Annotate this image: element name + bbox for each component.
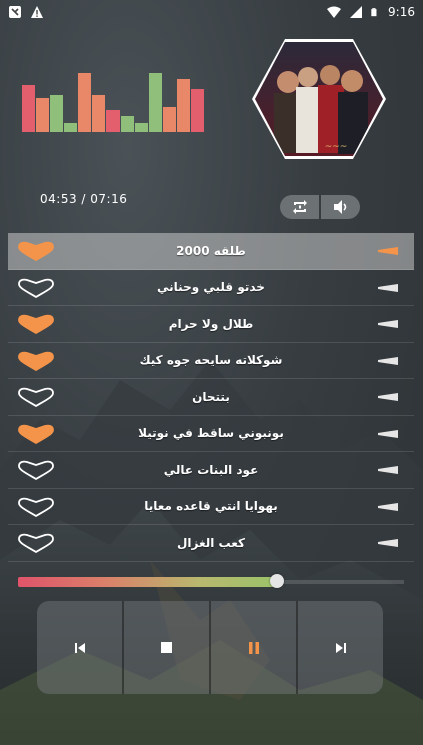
favorite-heart-icon[interactable]	[18, 351, 54, 371]
equalizer-bar	[36, 98, 50, 132]
equalizer-bar	[176, 79, 190, 132]
progress-bar[interactable]	[18, 577, 277, 587]
progress-thumb[interactable]	[270, 574, 284, 588]
wifi-icon	[327, 6, 342, 18]
track-title: بونبوني ساقط في نوتيلا	[138, 426, 284, 441]
track-row[interactable]: طلال ولا حرام	[8, 306, 414, 343]
track-list: 2000 طلقه خدتو قلبي وحناني طلال ولا حرام شو…	[8, 233, 414, 562]
repeat-icon	[292, 200, 307, 214]
stop-button[interactable]	[124, 601, 211, 694]
status-time: 9:16	[388, 5, 415, 19]
favorite-heart-icon[interactable]	[18, 278, 54, 298]
equalizer-visualizer	[22, 70, 205, 132]
play-arrow-icon[interactable]	[378, 392, 398, 402]
play-arrow-icon[interactable]	[378, 319, 398, 329]
signal-icon	[350, 6, 363, 18]
track-row[interactable]: 2000 طلقه	[8, 233, 414, 270]
status-bar: 9:16	[0, 0, 423, 24]
volume-icon	[333, 200, 346, 214]
next-icon	[335, 642, 346, 653]
favorite-heart-icon[interactable]	[18, 424, 54, 444]
equalizer-bar	[22, 85, 36, 132]
track-title: بتتحان	[192, 389, 230, 404]
svg-text:~~~: ~~~	[325, 142, 348, 152]
track-row[interactable]: بونبوني ساقط في نوتيلا	[8, 416, 414, 452]
progress-track[interactable]	[278, 580, 404, 584]
track-title: شوكلاته سايحه جوه كيك	[139, 353, 283, 368]
equalizer-bar	[148, 73, 162, 132]
notification-icon	[9, 6, 21, 18]
equalizer-bar	[50, 95, 64, 132]
stop-icon	[161, 642, 172, 653]
favorite-heart-icon[interactable]	[18, 533, 54, 553]
player-controls	[37, 601, 383, 694]
track-title: خدتو قلبي وحناني	[157, 280, 265, 295]
equalizer-bar	[190, 89, 205, 132]
track-row[interactable]: خدتو قلبي وحناني	[8, 270, 414, 306]
album-art: ~~~	[252, 39, 386, 159]
track-title: عود البنات عالي	[163, 462, 259, 477]
play-arrow-icon[interactable]	[378, 283, 398, 293]
equalizer-bar	[106, 110, 120, 132]
equalizer-bar	[134, 123, 148, 132]
play-arrow-icon[interactable]	[378, 246, 398, 256]
next-button[interactable]	[298, 601, 383, 694]
track-title: بهوايا انتي قاعده معايا	[144, 499, 278, 514]
equalizer-bar	[92, 95, 106, 132]
favorite-heart-icon[interactable]	[18, 387, 54, 407]
track-row[interactable]: شوكلاته سايحه جوه كيك	[8, 343, 414, 379]
equalizer-bar	[64, 123, 78, 132]
equalizer-bar	[120, 116, 134, 132]
track-row[interactable]: كعب الغزال	[8, 525, 414, 562]
track-row[interactable]: عود البنات عالي	[8, 452, 414, 489]
pause-icon	[248, 641, 259, 654]
play-arrow-icon[interactable]	[378, 538, 398, 548]
track-row[interactable]: بهوايا انتي قاعده معايا	[8, 489, 414, 525]
favorite-heart-icon[interactable]	[18, 460, 54, 480]
track-title: كعب الغزال	[176, 535, 245, 550]
previous-button[interactable]	[37, 601, 124, 694]
equalizer-bar	[78, 73, 92, 132]
favorite-heart-icon[interactable]	[18, 497, 54, 517]
play-arrow-icon[interactable]	[378, 502, 398, 512]
warning-icon	[31, 6, 43, 18]
favorite-heart-icon[interactable]	[18, 241, 54, 261]
play-arrow-icon[interactable]	[378, 465, 398, 475]
track-title: طلال ولا حرام	[168, 316, 254, 331]
track-row[interactable]: بتتحان	[8, 379, 414, 416]
playback-options	[280, 195, 360, 219]
favorite-heart-icon[interactable]	[18, 314, 54, 334]
play-arrow-icon[interactable]	[378, 429, 398, 439]
play-arrow-icon[interactable]	[378, 356, 398, 366]
track-title: 2000 طلقه	[176, 243, 246, 258]
time-display: 04:53 / 07:16	[40, 192, 128, 206]
equalizer-bar	[162, 107, 176, 132]
previous-icon	[74, 642, 85, 653]
repeat-button[interactable]	[280, 195, 319, 219]
volume-button[interactable]	[321, 195, 360, 219]
battery-icon	[371, 8, 377, 17]
pause-button[interactable]	[211, 601, 298, 694]
